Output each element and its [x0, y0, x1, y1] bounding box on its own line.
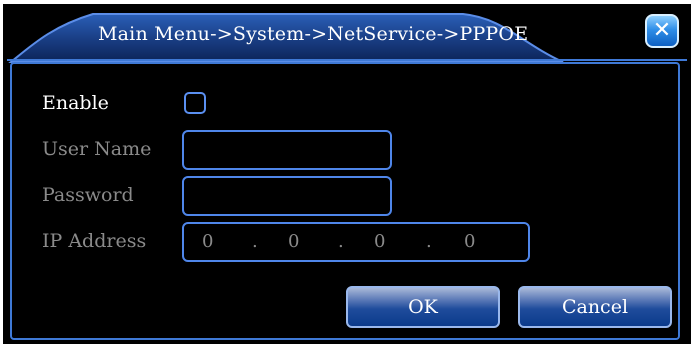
pppoe-dialog: Main Menu->System->NetService->PPPOE ✕ E… [3, 4, 691, 344]
enable-checkbox[interactable] [184, 92, 206, 114]
window-title: Main Menu->System->NetService->PPPOE [98, 23, 529, 45]
ok-button[interactable]: OK [346, 286, 500, 328]
settings-panel: Enable User Name Password IP Address 0 .… [10, 62, 680, 340]
ip-octet-4[interactable]: 0 [464, 231, 475, 252]
ip-address-label: IP Address [42, 230, 147, 252]
ip-octet-1[interactable]: 0 [202, 231, 213, 252]
password-field[interactable] [182, 176, 392, 216]
ip-dot-2: . [338, 231, 344, 252]
username-field[interactable] [182, 130, 392, 170]
ip-octet-2[interactable]: 0 [288, 231, 299, 252]
enable-label: Enable [42, 92, 109, 114]
ip-dot-3: . [426, 231, 432, 252]
ip-dot-1: . [252, 231, 258, 252]
username-label: User Name [42, 138, 152, 160]
ip-octet-3[interactable]: 0 [374, 231, 385, 252]
close-button[interactable]: ✕ [645, 14, 679, 48]
close-icon: ✕ [652, 18, 672, 43]
ip-address-field[interactable]: 0 . 0 . 0 . 0 [182, 222, 530, 262]
password-label: Password [42, 184, 134, 206]
cancel-button[interactable]: Cancel [518, 286, 672, 328]
